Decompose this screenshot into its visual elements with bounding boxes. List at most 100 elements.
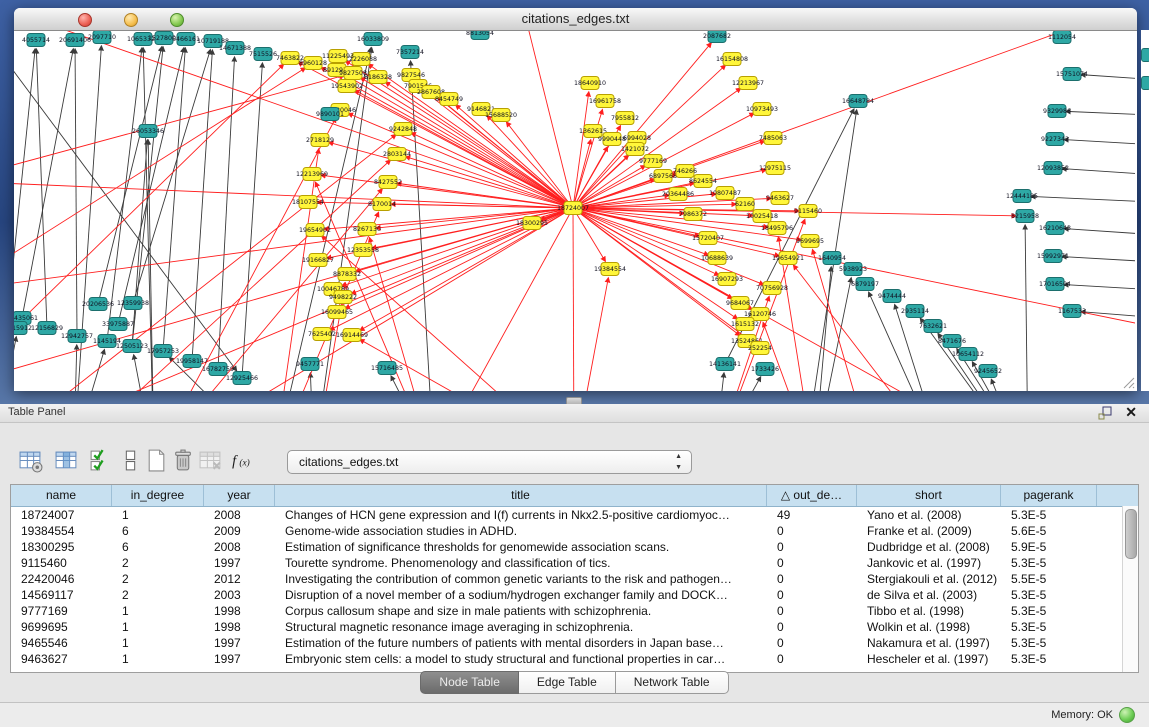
- table-cell[interactable]: 1997: [204, 635, 275, 651]
- tab-edge-table[interactable]: Edge Table: [519, 671, 616, 694]
- table-cell[interactable]: Stergiakouli et al. (2012): [857, 571, 1001, 587]
- graph-node[interactable]: 4055714: [22, 34, 50, 47]
- graph-node[interactable]: 18107554: [292, 196, 324, 209]
- graph-node[interactable]: 16914469: [336, 329, 368, 342]
- graph-node[interactable]: 17016504: [1039, 278, 1071, 291]
- graph-node[interactable]: 7485063: [759, 132, 787, 145]
- graph-node[interactable]: 8215958: [1011, 210, 1039, 223]
- graph-node[interactable]: 16648784: [842, 95, 874, 108]
- column-header-pagerank[interactable]: pagerank: [1001, 485, 1097, 506]
- table-cell[interactable]: 5.3E-5: [1001, 555, 1097, 571]
- graph-node[interactable]: 12156829: [31, 322, 63, 335]
- graph-node[interactable]: 15992971: [1037, 250, 1069, 263]
- column-header-year[interactable]: year: [204, 485, 275, 506]
- table-cell[interactable]: 2012: [204, 571, 275, 587]
- table-cell[interactable]: 2: [112, 571, 204, 587]
- table-cell[interactable]: 49: [767, 507, 857, 523]
- table-cell[interactable]: 5.6E-5: [1001, 523, 1097, 539]
- tab-network-table[interactable]: Network Table: [616, 671, 729, 694]
- graph-node[interactable]: 8471676: [938, 335, 966, 348]
- table-cell[interactable]: 6: [112, 523, 204, 539]
- table-cell[interactable]: 1: [112, 603, 204, 619]
- table-row[interactable]: 1872400712008Changes of HCN gene express…: [11, 507, 1138, 523]
- table-cell[interactable]: 1: [112, 507, 204, 523]
- graph-node[interactable]: 746266: [673, 165, 697, 178]
- table-cell[interactable]: Estimation of the future numbers of pati…: [275, 635, 767, 651]
- table-cell[interactable]: 5.3E-5: [1001, 619, 1097, 635]
- window-resize-grip[interactable]: [1121, 375, 1135, 389]
- graph-node[interactable]: 15751074: [1056, 68, 1088, 81]
- new-table-icon[interactable]: [142, 446, 170, 474]
- graph-node[interactable]: 12925466: [226, 372, 258, 385]
- table-cell[interactable]: 2008: [204, 539, 275, 555]
- column-header-out-de-[interactable]: △ out_de…: [767, 485, 857, 506]
- graph-node[interactable]: 9227342: [1041, 133, 1069, 146]
- table-cell[interactable]: 18300295: [11, 539, 112, 555]
- table-cell[interactable]: 1998: [204, 603, 275, 619]
- graph-node[interactable]: 12213969: [296, 168, 328, 181]
- column-header-name[interactable]: name: [11, 485, 112, 506]
- table-cell[interactable]: 9699695: [11, 619, 112, 635]
- function-builder-icon[interactable]: f(x): [228, 446, 256, 474]
- network-graph[interactable]: 1872400774638228960128891293412226088982…: [14, 31, 1135, 391]
- graph-node[interactable]: 18495796: [761, 222, 793, 235]
- table-cell[interactable]: Nakamura et al. (1997): [857, 635, 1001, 651]
- table-cell[interactable]: 9465546: [11, 635, 112, 651]
- graph-node[interactable]: 2935114: [901, 305, 929, 318]
- table-cell[interactable]: 1997: [204, 651, 275, 667]
- graph-node[interactable]: 10654112: [952, 348, 984, 361]
- table-cell[interactable]: 14569117: [11, 587, 112, 603]
- graph-node[interactable]: 19384554: [594, 263, 626, 276]
- graph-node[interactable]: 10973493: [746, 103, 778, 116]
- table-cell[interactable]: 0: [767, 603, 857, 619]
- table-cell[interactable]: 9463627: [11, 651, 112, 667]
- table-cell[interactable]: Franke et al. (2009): [857, 523, 1001, 539]
- table-cell[interactable]: 0: [767, 523, 857, 539]
- table-cell[interactable]: 5.3E-5: [1001, 507, 1097, 523]
- graph-node[interactable]: 9777169: [639, 155, 667, 168]
- graph-node[interactable]: 20691406: [59, 34, 91, 47]
- table-cell[interactable]: Jankovic et al. (1997): [857, 555, 1001, 571]
- graph-node[interactable]: 252254: [748, 342, 772, 355]
- delete-attribute-icon[interactable]: [168, 446, 196, 474]
- table-row[interactable]: 977716911998Corpus callosum shape and si…: [11, 603, 1138, 619]
- network-view-canvas[interactable]: 1872400774638228960128891293412226088982…: [14, 31, 1137, 391]
- graph-node[interactable]: 9463627: [766, 192, 794, 205]
- table-selector-dropdown[interactable]: citations_edges.txt ▲▼: [287, 450, 692, 474]
- graph-node[interactable]: 33975887: [102, 318, 134, 331]
- table-cell[interactable]: Tourette syndrome. Phenomenology and cla…: [275, 555, 767, 571]
- graph-node[interactable]: 9115460: [794, 205, 822, 218]
- graph-node[interactable]: 19654902: [299, 224, 331, 237]
- graph-node[interactable]: 10688639: [701, 252, 733, 265]
- table-cell[interactable]: 0: [767, 635, 857, 651]
- tab-node-table[interactable]: Node Table: [420, 671, 519, 694]
- graph-node[interactable]: 15716485: [371, 362, 403, 375]
- graph-node[interactable]: 12975115: [759, 162, 791, 175]
- graph-node[interactable]: 6879197: [851, 278, 879, 291]
- graph-node[interactable]: 1112054: [1048, 31, 1076, 44]
- graph-node[interactable]: 7515526: [249, 48, 277, 61]
- graph-node[interactable]: 2087682: [703, 31, 731, 43]
- table-scrollbar[interactable]: [1122, 506, 1138, 672]
- graph-node[interactable]: 1640954: [818, 252, 846, 265]
- table-cell[interactable]: 5.3E-5: [1001, 635, 1097, 651]
- table-row[interactable]: 969969511998Structural magnetic resonanc…: [11, 619, 1138, 635]
- graph-node[interactable]: 16154808: [716, 53, 748, 66]
- graph-node[interactable]: 19166827: [302, 254, 334, 267]
- graph-node[interactable]: 12444185: [1006, 190, 1038, 203]
- graph-node[interactable]: 18640910: [574, 77, 606, 90]
- graph-node[interactable]: 9699695: [796, 235, 824, 248]
- table-cell[interactable]: Disruption of a novel member of a sodium…: [275, 587, 767, 603]
- table-row[interactable]: 946554611997Estimation of the future num…: [11, 635, 1138, 651]
- table-cell[interactable]: Estimation of significance thresholds fo…: [275, 539, 767, 555]
- table-cell[interactable]: 6: [112, 539, 204, 555]
- graph-node[interactable]: 7632621: [919, 320, 947, 333]
- table-cell[interactable]: 0: [767, 539, 857, 555]
- table-cell[interactable]: 0: [767, 555, 857, 571]
- graph-node[interactable]: 7357214: [396, 46, 424, 59]
- table-cell[interactable]: 0: [767, 619, 857, 635]
- table-row[interactable]: 1830029562008Estimation of significance …: [11, 539, 1138, 555]
- table-cell[interactable]: 5.9E-5: [1001, 539, 1097, 555]
- table-cell[interactable]: 0: [767, 571, 857, 587]
- table-cell[interactable]: Yano et al. (2008): [857, 507, 1001, 523]
